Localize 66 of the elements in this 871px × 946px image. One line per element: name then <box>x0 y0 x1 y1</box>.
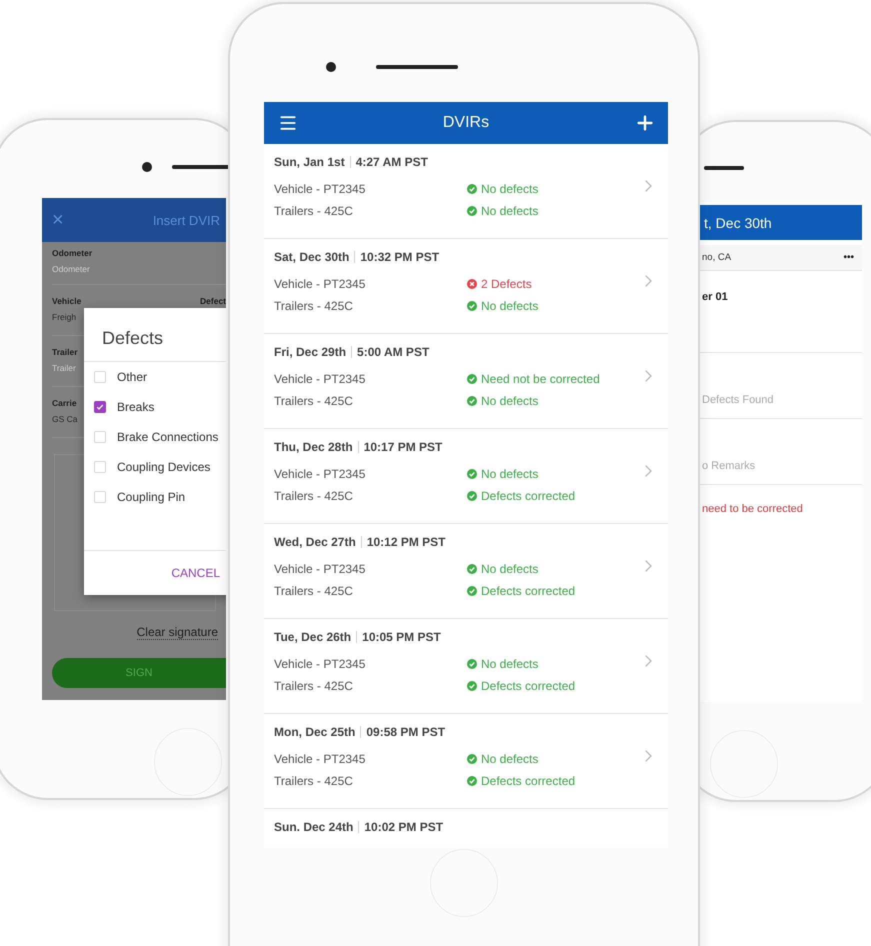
status-text: Need not be corrected <box>481 372 600 386</box>
entry-time: 4:27 AM PST <box>356 155 428 169</box>
status-text: No defects <box>481 182 538 196</box>
section-text: Defects Found <box>702 394 774 406</box>
screen-title: DVIRs <box>442 114 490 132</box>
entry-date: Thu, Dec 28th <box>274 440 353 454</box>
vehicle-label: Vehicle - PT2345 <box>274 562 366 576</box>
option-label: Brake Connections <box>117 430 218 444</box>
location-text: no, CA <box>702 252 732 263</box>
option-label: Coupling Devices <box>117 460 210 474</box>
vehicle-label: Vehicle - PT2345 <box>274 657 366 671</box>
entry-date: Wed, Dec 27th <box>274 535 356 549</box>
vehicle-label: Vehicle - PT2345 <box>274 277 366 291</box>
status-text: No defects <box>481 394 538 408</box>
status-text: Defects corrected <box>481 489 576 503</box>
status-text: No defects <box>481 299 538 313</box>
field-label: Trailer <box>52 347 78 357</box>
entry-time: 10:17 PM PST <box>364 440 442 454</box>
option-label: Coupling Pin <box>117 490 186 504</box>
entry-time: 09:58 PM PST <box>366 725 446 739</box>
trailer-label: Trailers - 425C <box>274 299 354 313</box>
entry-date: Sun, Jan 1st <box>274 155 345 169</box>
trailer-label: Trailers - 425C <box>274 204 354 218</box>
status-text: Defects corrected <box>481 584 576 598</box>
vehicle-label: Vehicle - PT2345 <box>274 752 366 766</box>
field-label: Carrie <box>52 398 77 408</box>
screen-title: Insert DVIR <box>152 212 220 228</box>
field-value: GS Ca <box>52 414 78 424</box>
trailer-label: Trailers - 425C <box>274 489 354 503</box>
entry-date: Tue, Dec 26th <box>274 630 352 644</box>
status-text: No defects <box>481 562 538 576</box>
section-text: o Remarks <box>702 460 756 472</box>
entry-time: 5:00 AM PST <box>357 345 430 359</box>
field-label: Vehicle <box>52 296 82 306</box>
driver-name: er 01 <box>702 291 728 303</box>
option-label: Other <box>117 370 148 384</box>
trailer-label: Trailers - 425C <box>274 394 354 408</box>
entry-time: 10:12 PM PST <box>366 535 446 549</box>
field-placeholder: Trailer <box>52 363 76 373</box>
field-value: Freigh <box>52 312 76 322</box>
status-text: No defects <box>481 467 538 481</box>
screen-title: t, Dec 30th <box>704 214 772 230</box>
entry-time: 10:32 PM PST <box>360 250 440 264</box>
field-placeholder: Odometer <box>52 264 90 274</box>
entry-time: 10:02 PM PST <box>364 820 444 834</box>
trailer-label: Trailers - 425C <box>274 584 354 598</box>
status-text: 2 Defects <box>481 277 532 291</box>
field-label: Odometer <box>52 248 92 258</box>
entry-date: Fri, Dec 29th <box>274 345 346 359</box>
vehicle-label: Vehicle - PT2345 <box>274 182 366 196</box>
entry-date: Sun. Dec 24th <box>274 820 354 834</box>
section-text: need to be corrected <box>702 503 803 515</box>
status-text: No defects <box>481 657 538 671</box>
status-text: Defects corrected <box>481 774 576 788</box>
vehicle-label: Vehicle - PT2345 <box>274 467 366 481</box>
vehicle-label: Vehicle - PT2345 <box>274 372 366 386</box>
option-label: Breaks <box>117 400 154 414</box>
entry-date: Sat, Dec 30th <box>274 250 350 264</box>
trailer-label: Trailers - 425C <box>274 774 354 788</box>
status-text: No defects <box>481 204 538 218</box>
status-text: Defects corrected <box>481 679 576 693</box>
status-text: No defects <box>481 752 538 766</box>
field-label: Defect <box>200 296 226 306</box>
entry-date: Mon, Dec 25th <box>274 725 356 739</box>
entry-time: 10:05 PM PST <box>362 630 441 644</box>
trailer-label: Trailers - 425C <box>274 679 354 693</box>
